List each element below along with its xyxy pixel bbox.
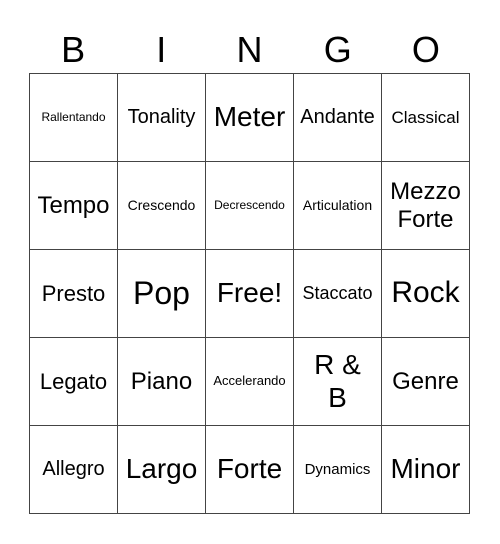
bingo-grid: Rallentando Tonality Meter Andante Class…: [29, 73, 470, 514]
bingo-cell[interactable]: Presto: [30, 250, 118, 338]
header-letter-g: G: [323, 29, 352, 70]
bingo-cell[interactable]: Dynamics: [294, 426, 382, 514]
bingo-cell[interactable]: Forte: [206, 426, 294, 514]
bingo-cell[interactable]: Piano: [118, 338, 206, 426]
free-space-cell[interactable]: Free!: [206, 250, 294, 338]
bingo-cell[interactable]: R & B: [294, 338, 382, 426]
bingo-cell[interactable]: Andante: [294, 74, 382, 162]
header-letter-o: O: [411, 29, 440, 70]
bingo-cell[interactable]: Allegro: [30, 426, 118, 514]
header-letter-n: N: [236, 29, 263, 70]
bingo-cell[interactable]: Mezzo Forte: [382, 162, 470, 250]
bingo-cell[interactable]: Tonality: [118, 74, 206, 162]
bingo-cell[interactable]: Pop: [118, 250, 206, 338]
bingo-header: B I N G O: [29, 27, 470, 73]
bingo-cell[interactable]: Rock: [382, 250, 470, 338]
bingo-cell[interactable]: Staccato: [294, 250, 382, 338]
header-letter-b: B: [61, 29, 86, 70]
bingo-cell[interactable]: Genre: [382, 338, 470, 426]
bingo-cell[interactable]: Minor: [382, 426, 470, 514]
bingo-cell[interactable]: Tempo: [30, 162, 118, 250]
bingo-cell[interactable]: Largo: [118, 426, 206, 514]
bingo-cell[interactable]: Classical: [382, 74, 470, 162]
bingo-cell[interactable]: Crescendo: [118, 162, 206, 250]
bingo-cell[interactable]: Articulation: [294, 162, 382, 250]
bingo-cell[interactable]: Rallentando: [30, 74, 118, 162]
bingo-cell[interactable]: Legato: [30, 338, 118, 426]
bingo-cell[interactable]: Meter: [206, 74, 294, 162]
header-letter-i: I: [156, 29, 167, 70]
bingo-cell[interactable]: Accelerando: [206, 338, 294, 426]
bingo-cell[interactable]: Decrescendo: [206, 162, 294, 250]
